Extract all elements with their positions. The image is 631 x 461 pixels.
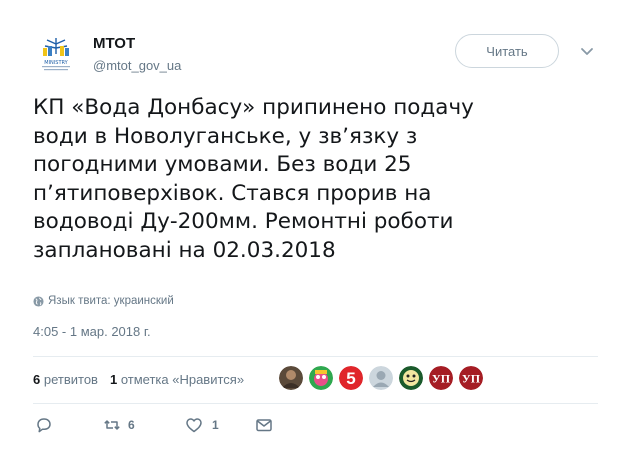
retweet-icon — [104, 420, 120, 430]
account-name[interactable]: МТОТ — [93, 35, 135, 52]
tweet-header: MINISTRY МТОТ @mtot_gov_ua Читать — [33, 30, 603, 80]
language-label: Язык твита: украинский — [48, 295, 174, 307]
avatar-default-icon — [369, 366, 393, 390]
retweets-label: ретвитов — [43, 372, 98, 387]
message-button[interactable] — [255, 416, 273, 434]
follow-button[interactable]: Читать — [455, 34, 559, 68]
divider — [33, 403, 598, 404]
avatar-up-icon: УП — [429, 366, 453, 390]
tweet-text: КП «Вода Донбасу» припинено подачу води … — [33, 94, 593, 265]
retweet-button[interactable]: 6 — [103, 416, 185, 434]
retweets-stat[interactable]: 6 ретвитов — [33, 372, 98, 387]
like-count: 1 — [212, 418, 219, 432]
retweet-count: 6 — [128, 418, 135, 432]
tweet-actions: 6 1 — [35, 416, 273, 434]
tweet-line: заплановані на 02.03.2018 — [33, 237, 336, 263]
avatar-cartoon-icon — [309, 366, 333, 390]
liker-avatar[interactable] — [279, 366, 303, 390]
tweet-timestamp[interactable]: 4:05 - 1 мар. 2018 г. — [33, 324, 151, 339]
globe-icon — [33, 295, 44, 307]
avatar-channel-5-icon: 5 — [339, 366, 363, 390]
account-avatar[interactable]: MINISTRY — [33, 32, 79, 78]
chevron-down-icon[interactable] — [578, 42, 596, 60]
svg-text:УП: УП — [432, 372, 451, 386]
avatar-meme-icon — [399, 366, 423, 390]
heart-icon — [186, 418, 202, 433]
likes-label: отметка «Нравится» — [120, 372, 245, 387]
tweet-line: погодними умовами. Без води 25 — [33, 152, 412, 177]
avatar-photo-icon — [279, 366, 303, 390]
tweet-line: води в Новолуганське, у звʼязку з — [33, 123, 418, 149]
tweet-line: водоводі Ду-200мм. Ремонтні роботи — [33, 209, 454, 234]
reply-icon — [37, 418, 51, 433]
avatar-up-icon: УП — [459, 366, 483, 390]
svg-text:5: 5 — [346, 369, 355, 388]
retweets-count: 6 — [33, 372, 41, 387]
svg-text:УП: УП — [462, 372, 481, 386]
tweet-language: Язык твита: украинский — [33, 295, 174, 307]
liker-avatar[interactable] — [309, 366, 333, 390]
ministry-logo-icon: MINISTRY — [33, 32, 79, 78]
liker-avatar[interactable]: 5 — [339, 366, 363, 390]
liker-avatar[interactable] — [369, 366, 393, 390]
likes-count: 1 — [109, 372, 118, 387]
tweet-stats: 6 ретвитов 1 отметка «Нравится» — [33, 372, 244, 387]
liker-avatar[interactable]: УП — [459, 366, 483, 390]
envelope-icon — [256, 419, 272, 432]
account-handle[interactable]: @mtot_gov_ua — [93, 58, 181, 73]
like-button[interactable]: 1 — [185, 416, 255, 434]
liker-avatar[interactable] — [399, 366, 423, 390]
tweet-line: пʼятиповерхівок. Стався прорив на — [33, 180, 432, 206]
likes-stat[interactable]: 1 отметка «Нравится» — [110, 372, 244, 387]
logo-text: MINISTRY — [44, 60, 68, 66]
tweet-line: КП «Вода Донбасу» припинено подачу — [33, 95, 474, 120]
reply-button[interactable] — [35, 416, 103, 434]
liker-avatar[interactable]: УП — [429, 366, 453, 390]
likers-list: 5 УП УП — [279, 366, 483, 390]
divider — [33, 356, 598, 357]
